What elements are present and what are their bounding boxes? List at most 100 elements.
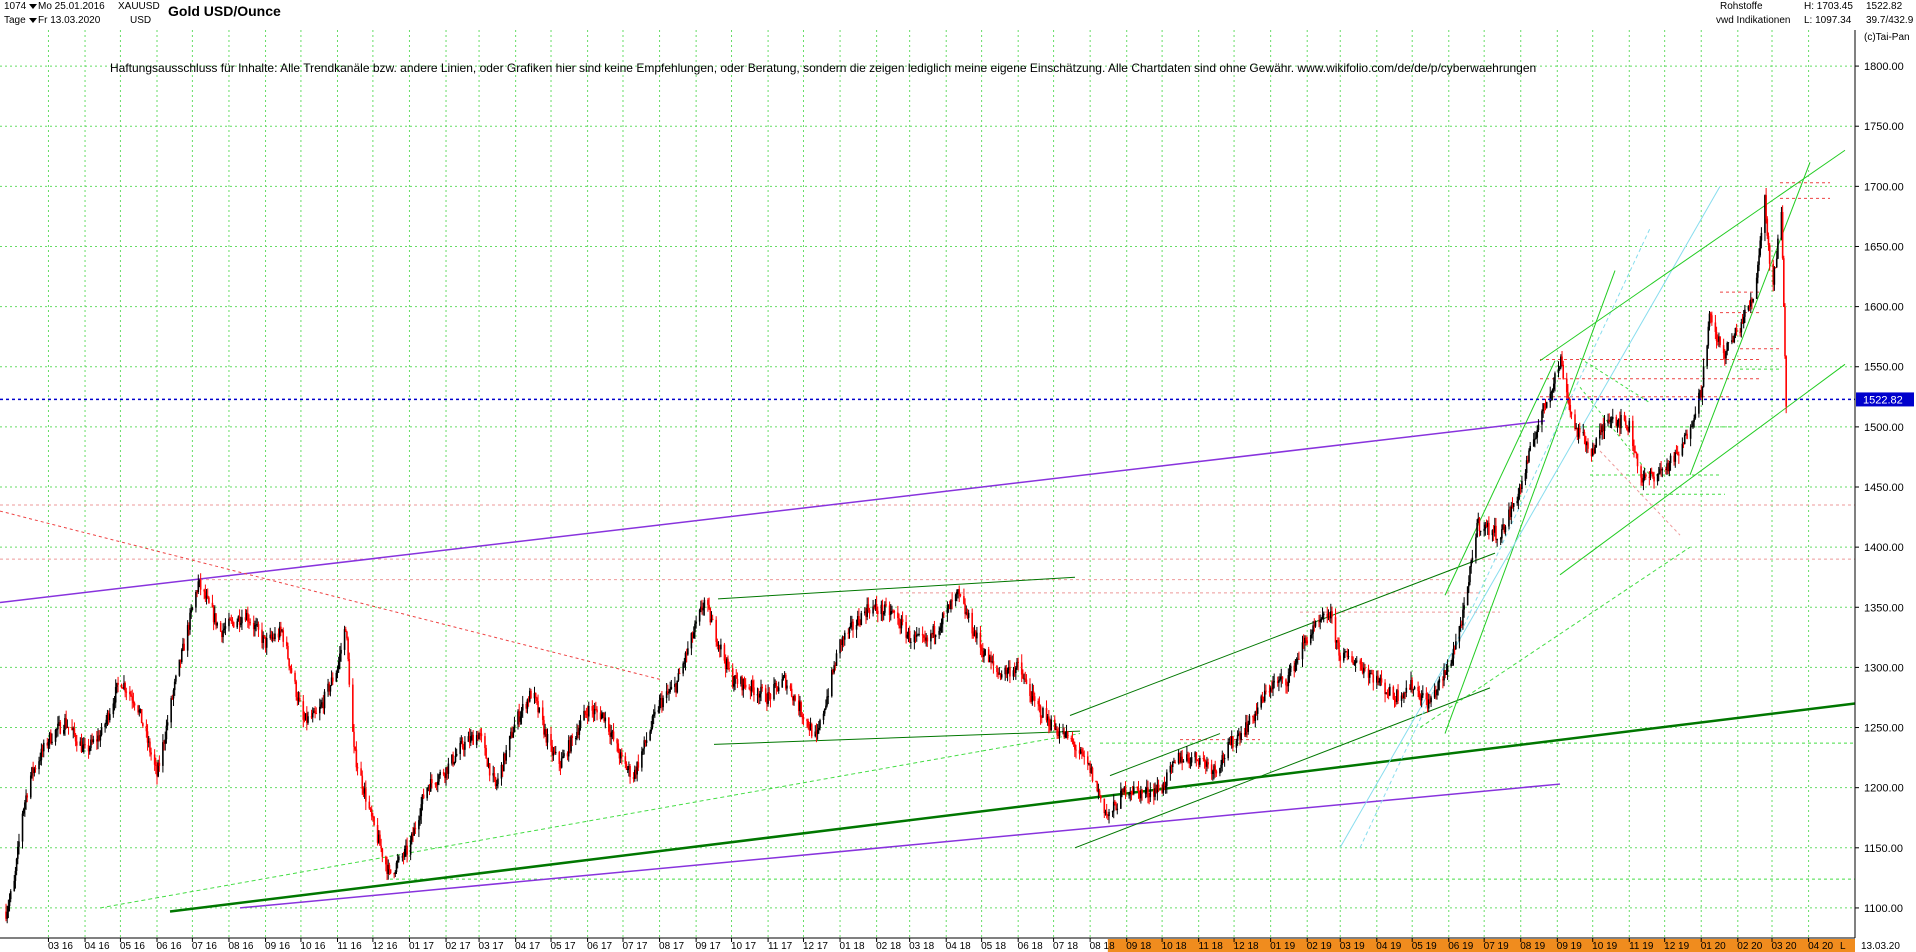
candle-body [1190,757,1193,763]
candle-body [1692,421,1694,427]
candle-body [1015,667,1017,674]
candle-body [520,710,523,717]
candle-body [980,647,983,651]
candle-body [1220,764,1222,769]
candle-body [1693,418,1695,422]
candle-body [165,725,168,740]
period-selector[interactable]: Tage [4,15,37,26]
candle-body [1438,679,1441,683]
candle-body [1053,719,1056,730]
disclaimer-text: Haftungsausschluss für Inhalte: Alle Tre… [110,61,1537,75]
chart-header: 1074 Mo 25.01.2016 Tage Fr 13.03.2020 XA… [0,0,1916,43]
y-tick-label: 1650.00 [1864,241,1904,253]
candle-body [1557,368,1560,374]
candle-body [1653,476,1655,482]
candle-body [825,705,827,709]
candle-body [112,703,115,715]
candle-body [1223,758,1226,760]
candle-body [368,801,371,809]
candle-body [170,698,172,723]
candle-body [1071,738,1074,742]
candle-body [959,594,962,597]
candle-body [1081,749,1083,752]
candle-body [431,779,433,784]
candle-body [1785,356,1787,407]
candle-body [1610,419,1613,421]
candle-body [1504,526,1507,533]
candle-body [26,795,29,798]
x-tick-label: 05 17 [551,941,576,952]
candle-body [109,714,111,721]
candle-body [1565,378,1568,393]
x-tick-label: 04 16 [85,941,110,952]
candle-body [145,725,148,732]
candle-body [898,618,900,626]
y-tick-label: 1550.00 [1864,362,1904,374]
candle-body [1301,642,1304,660]
candle-body [1656,474,1659,482]
candle-body [348,658,351,685]
candle-body [282,630,285,642]
candle-body [1620,415,1622,429]
candle-body [352,684,354,732]
candle-body [1644,474,1647,477]
plot-background [0,30,1855,938]
candle-body [65,718,67,728]
candle-body [335,672,338,682]
candle-body [1033,696,1036,701]
candle-body [1452,648,1455,659]
candle-body [1689,426,1692,439]
candle-body [1182,760,1185,763]
candle-body [885,604,887,606]
candle-body [584,710,587,714]
candle-body [113,702,116,704]
candle-body [1708,313,1711,327]
candle-body [612,731,615,740]
x-tick-label: 11 16 [337,941,362,952]
candle-body [1187,754,1189,758]
candle-body [884,604,886,613]
candle-body [1418,690,1421,699]
candle-body [782,676,785,680]
candle-body [1483,528,1485,531]
candle-body [1281,676,1284,680]
candle-body [315,713,318,715]
candle-body [370,809,373,817]
x-tick-label: 02 18 [876,941,901,952]
candle-body [1272,682,1274,690]
candle-body [1623,415,1626,421]
count-selector[interactable]: 1074 [4,1,38,12]
candle-body [484,736,486,749]
candle-body [1149,790,1152,798]
candle-body [1039,706,1042,718]
to-date: Fr 13.03.2020 [38,15,101,26]
candle-body [1098,790,1101,796]
candle-body [355,749,358,768]
candle-body [29,775,32,798]
candle-body [1009,667,1011,677]
candle-body [1524,472,1527,481]
candle-body [1551,389,1554,393]
candle-body [946,607,949,614]
candle-body [1378,680,1380,683]
candle-body [323,691,326,709]
x-tick-label: 02 20 [1737,941,1762,952]
y-tick-label: 1500.00 [1864,422,1904,434]
candle-body [562,756,564,759]
candle-body [470,736,472,743]
candle-body [536,697,538,702]
x-tick-label: 11 18 [1199,941,1224,952]
x-tick-label: 04 20 [1808,941,1833,952]
x-tick-label: 09 19 [1557,941,1582,952]
candle-body [1476,522,1478,538]
candle-body [1020,662,1023,675]
candle-body [211,602,214,608]
candle-body [1552,383,1555,390]
candle-body [744,684,747,688]
candle-body [120,684,123,688]
candle-body [54,729,57,742]
x-axis-suffix: L [1840,941,1846,952]
candle-body [1758,255,1760,265]
candle-body [288,658,290,667]
candle-body [239,623,242,625]
